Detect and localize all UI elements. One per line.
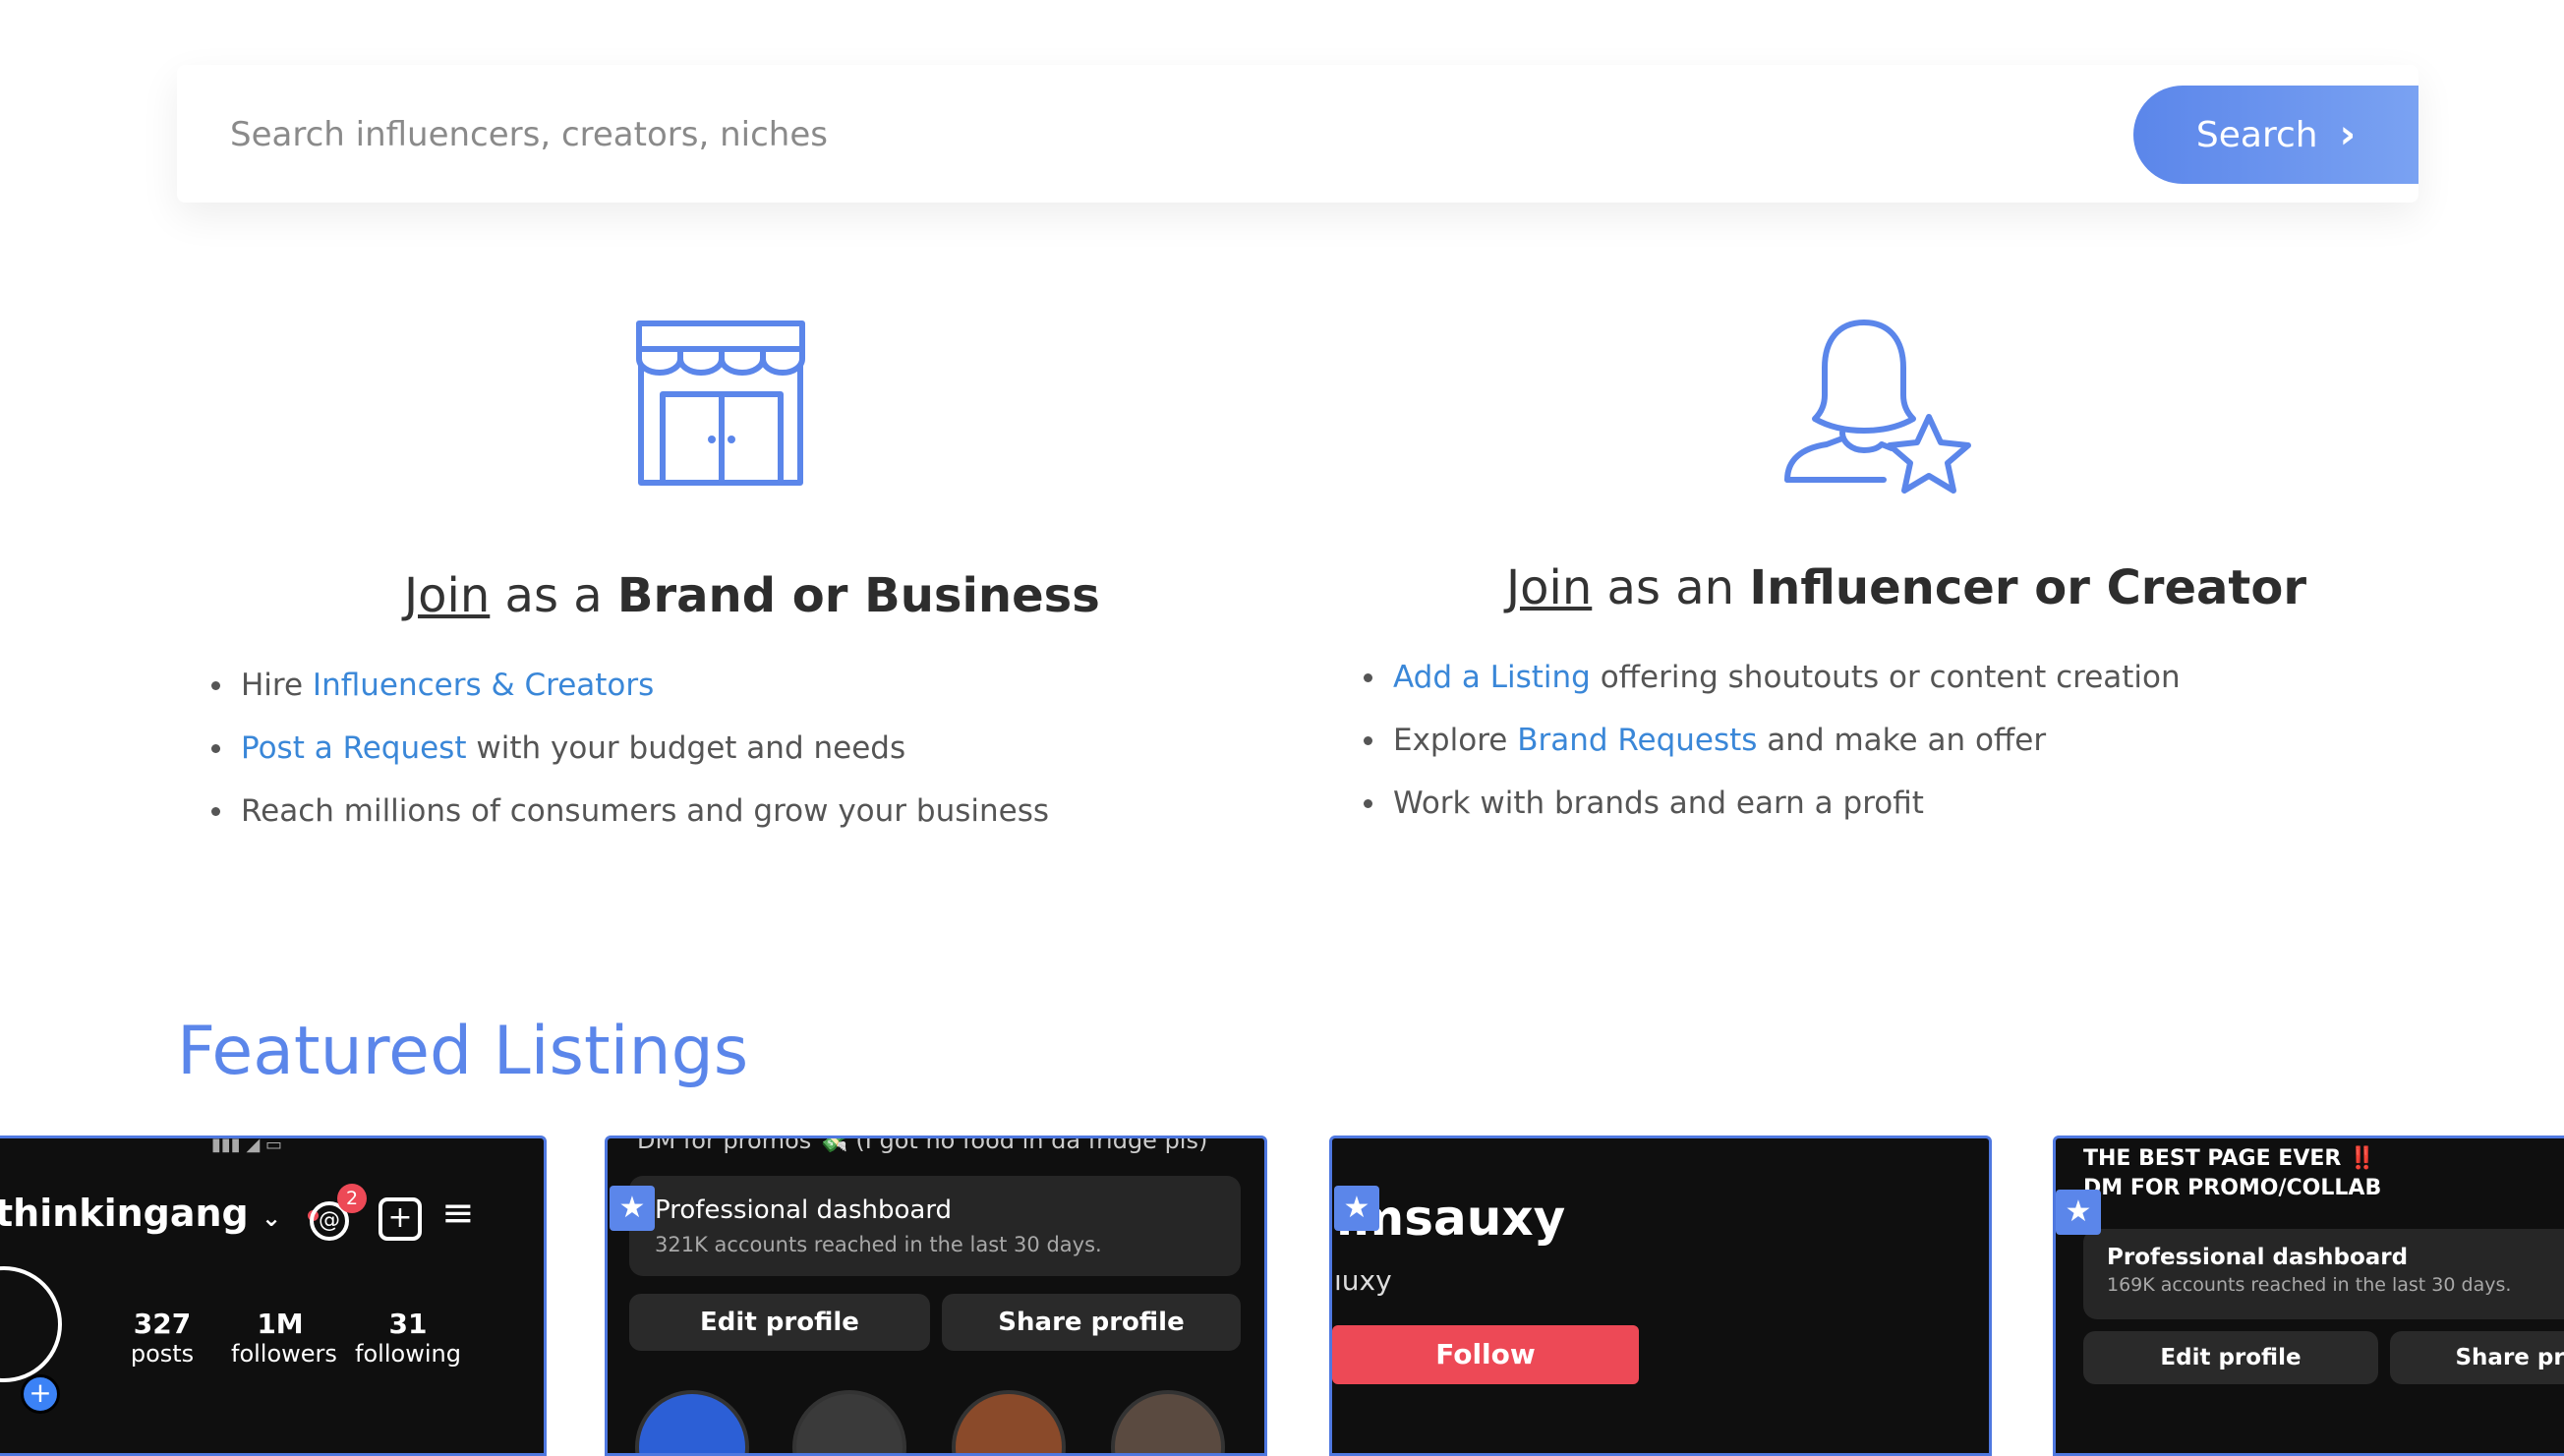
listing-card[interactable]: DM for promos 💸 (I got no food in da fri… — [605, 1136, 1267, 1456]
list-item: Post a Request with your budget and need… — [211, 717, 1049, 780]
influencer-benefits-list: Add a Listing offering shoutouts or cont… — [1364, 646, 2181, 835]
brand-join-link[interactable]: Join — [404, 568, 490, 623]
creator-star-icon — [1784, 320, 1971, 494]
listing-card[interactable]: ımsauxy ★ ıuxy Follow — [1329, 1136, 1992, 1456]
highlight-avatar[interactable] — [1111, 1390, 1225, 1453]
edit-profile-button[interactable]: Edit profile — [2083, 1331, 2378, 1384]
featured-listings-heading: Featured Listings — [177, 1013, 749, 1090]
list-item: Add a Listing offering shoutouts or cont… — [1364, 646, 2181, 709]
brand-title-bold: Brand or Business — [616, 568, 1100, 623]
avatar — [0, 1266, 62, 1382]
profile-stats: 327 posts 1M followers 31 following — [130, 1308, 461, 1368]
chevron-right-icon: › — [2339, 112, 2357, 157]
list-item: Work with brands and earn a profit — [1364, 772, 2181, 835]
influencer-title-bold: Influencer or Creator — [1749, 560, 2307, 615]
brand-benefits-list: Hire Influencers & Creators Post a Reque… — [211, 654, 1049, 843]
profile-bio-line: DM FOR PROMO/COLLAB — [2083, 1176, 2382, 1200]
share-profile-button[interactable]: Share pro — [2390, 1331, 2564, 1384]
influencer-join-link[interactable]: Join — [1506, 560, 1592, 615]
search-button[interactable]: Search › — [2133, 86, 2418, 184]
chevron-down-icon: ⌄ — [261, 1204, 282, 1232]
profile-username: thinkingang — [0, 1192, 249, 1235]
search-bar: Search › — [177, 65, 2418, 203]
post-request-link[interactable]: Post a Request — [241, 730, 467, 766]
search-button-label: Search — [2195, 114, 2318, 155]
highlight-avatar[interactable] — [952, 1390, 1066, 1453]
storefront-icon — [636, 320, 805, 486]
add-post-icon[interactable]: + — [379, 1197, 422, 1241]
list-item: Reach millions of consumers and grow you… — [211, 780, 1049, 843]
listing-card[interactable]: THE BEST PAGE EVER ‼️ DM FOR PROMO/COLLA… — [2053, 1136, 2564, 1456]
highlight-avatar[interactable] — [635, 1390, 749, 1453]
professional-dashboard[interactable] — [629, 1176, 1241, 1276]
add-listing-link[interactable]: Add a Listing — [1393, 660, 1591, 695]
follow-button[interactable]: Follow — [1332, 1325, 1639, 1384]
share-profile-button[interactable]: Share profile — [942, 1294, 1241, 1351]
brand-title-mid: as a — [490, 568, 617, 623]
highlight-avatar[interactable] — [792, 1390, 906, 1453]
list-item: Hire Influencers & Creators — [211, 654, 1049, 717]
influencer-join-heading: Join as an Influencer or Creator — [1506, 560, 2306, 615]
status-bar-icon: ▮▮▮ ◢ ▭ — [211, 1136, 283, 1155]
menu-icon[interactable]: ≡ — [441, 1194, 475, 1233]
list-item: Explore Brand Requests and make an offer — [1364, 709, 2181, 772]
notification-badge: 2 — [337, 1184, 367, 1213]
featured-star-icon: ★ — [1334, 1186, 1379, 1231]
influencers-creators-link[interactable]: Influencers & Creators — [313, 668, 654, 703]
search-input[interactable] — [228, 104, 1707, 165]
profile-bio: DM for promos 💸 (I got no food in da fri… — [637, 1136, 1208, 1154]
featured-star-icon: ★ — [610, 1186, 655, 1231]
edit-profile-button[interactable]: Edit profile — [629, 1294, 930, 1351]
listing-card[interactable]: ▮▮▮ ◢ ▭ thinkingang ⌄ @ 2 + ≡ + 327 posts… — [0, 1136, 547, 1456]
profile-bio-line: THE BEST PAGE EVER ‼️ — [2083, 1146, 2376, 1171]
brand-requests-link[interactable]: Brand Requests — [1517, 723, 1757, 758]
featured-star-icon: ★ — [2056, 1190, 2101, 1235]
influencer-title-mid: as an — [1592, 560, 1750, 615]
profile-handle: ıuxy — [1334, 1264, 1392, 1297]
brand-join-heading: Join as a Brand or Business — [404, 568, 1100, 623]
add-story-icon[interactable]: + — [21, 1374, 60, 1414]
